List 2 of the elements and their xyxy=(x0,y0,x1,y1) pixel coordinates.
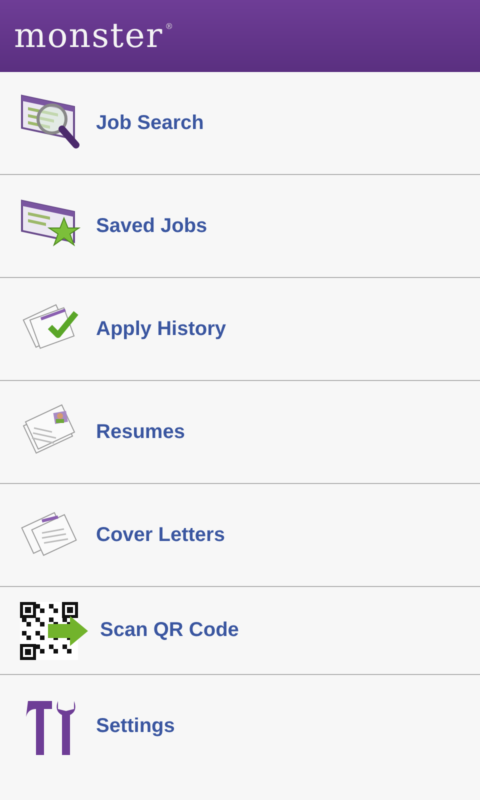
logo: monster® xyxy=(14,19,174,53)
qr-code-arrow-icon xyxy=(18,600,90,662)
